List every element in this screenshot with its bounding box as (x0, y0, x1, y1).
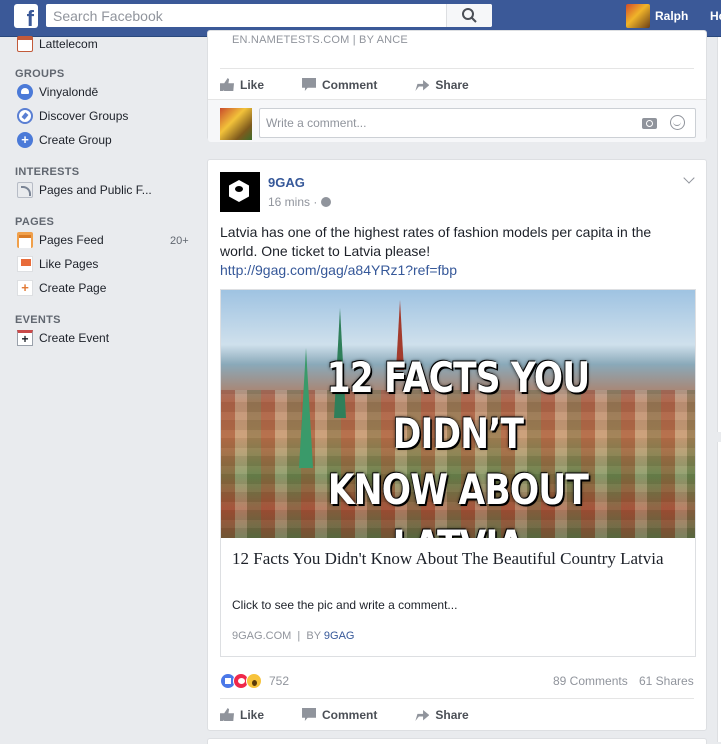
sidebar-item-discover-groups[interactable]: Discover Groups (17, 107, 128, 125)
create-page-icon: + (17, 280, 33, 296)
share-label: Share (435, 707, 469, 722)
camera-icon[interactable] (642, 118, 657, 129)
sidebar-item-label: Pages Feed (39, 233, 104, 247)
right-column-edge (714, 37, 721, 744)
image-headline-line: KNOW ABOUT LATVIA (327, 465, 589, 538)
sidebar-item-pages-feed[interactable]: Pages Feed (17, 231, 104, 249)
comment-box (259, 108, 696, 138)
preview-domain: 9GAG.COM | BY 9GAG (232, 630, 355, 642)
emoji-icon[interactable] (670, 115, 685, 130)
sidebar-item-label: Discover Groups (39, 109, 129, 123)
post-link[interactable]: http://9gag.com/gag/a84YRz1?ref=fbp (220, 262, 457, 278)
like-button[interactable]: Like (220, 78, 264, 92)
preview-description: Click to see the pic and write a comment… (232, 598, 458, 612)
comment-label: Comment (322, 707, 378, 722)
link-preview[interactable]: 12 FACTS YOU DIDN’T KNOW ABOUT LATVIA 12… (220, 289, 696, 657)
section-heading-events: EVENTS (15, 314, 61, 326)
sidebar-item-create-group[interactable]: + Create Group (17, 131, 112, 149)
search-button[interactable] (446, 4, 492, 27)
event-icon: + (17, 330, 33, 346)
facebook-logo[interactable]: f (14, 4, 38, 28)
globe-icon (321, 197, 331, 207)
search-bar (46, 4, 492, 27)
comments-count-link[interactable]: 89 Comments (553, 674, 628, 688)
pages-feed-count-badge: 20+ (170, 235, 189, 247)
comment-button[interactable]: Comment (302, 708, 377, 722)
share-label: Share (435, 77, 469, 92)
page-avatar[interactable] (220, 172, 260, 212)
link-domain: EN.NAMETESTS.COM | BY ANCE (232, 34, 408, 46)
search-input[interactable] (46, 4, 446, 27)
sidebar-item-label: Create Event (39, 331, 110, 345)
user-avatar[interactable] (626, 4, 650, 28)
sidebar-item-label: Create Group (39, 133, 112, 147)
section-heading-groups: GROUPS (15, 68, 65, 80)
sidebar-item-vinyalonde[interactable]: Vinyalondē (17, 83, 98, 101)
section-heading-pages: PAGES (15, 216, 55, 228)
sidebar-item-label: Vinyalondē (39, 85, 99, 99)
like-label: Like (240, 77, 265, 92)
thumbs-up-icon (220, 708, 234, 721)
compass-icon (17, 108, 33, 124)
home-link[interactable]: Ho (710, 9, 721, 23)
page-name-link[interactable]: 9GAG (268, 175, 305, 190)
sidebar-item-pages-and-public-figures[interactable]: Pages and Public F... (17, 181, 152, 199)
sidebar-item-create-event[interactable]: + Create Event (17, 329, 109, 347)
post-text: Latvia has one of the highest rates of f… (220, 224, 652, 259)
preview-title[interactable]: 12 Facts You Didn't Know About The Beaut… (232, 548, 687, 570)
previous-post-card: EN.NAMETESTS.COM | BY ANCE Like Comment … (207, 30, 707, 142)
avatar (220, 108, 252, 140)
feed-icon (17, 182, 33, 198)
post-timestamp[interactable]: 16 mins · (268, 195, 317, 209)
post-card: 9GAG 16 mins · Latvia has one of the hig… (207, 159, 707, 731)
preview-by-prefix: | BY (291, 630, 324, 642)
calendar-icon (17, 36, 33, 52)
share-button[interactable]: Share (415, 77, 469, 92)
share-arrow-icon (415, 79, 430, 91)
sidebar-item-label: Like Pages (39, 257, 99, 271)
sidebar-item-label: Create Page (39, 281, 107, 295)
image-headline-line: 12 FACTS YOU DIDN’T (326, 353, 591, 458)
wow-reaction-icon (246, 673, 262, 689)
next-post-card (207, 738, 707, 744)
search-icon (462, 8, 477, 23)
sidebar-item-lattelecom[interactable]: Lattelecom (17, 35, 98, 53)
comment-label: Comment (322, 77, 378, 92)
comment-composer (208, 99, 706, 142)
sidebar-item-create-page[interactable]: + Create Page (17, 279, 106, 297)
comment-input[interactable] (260, 109, 630, 137)
reaction-count: 752 (269, 674, 290, 688)
like-label: Like (240, 707, 265, 722)
group-icon (17, 84, 33, 100)
image-headline: 12 FACTS YOU DIDN’T KNOW ABOUT LATVIA (264, 350, 653, 538)
chevron-down-icon[interactable] (683, 172, 695, 184)
like-button[interactable]: Like (220, 708, 264, 722)
preview-domain-text: 9GAG.COM (232, 630, 292, 642)
speech-bubble-icon (302, 78, 317, 91)
sidebar-item-label: Pages and Public F... (39, 183, 152, 197)
speech-bubble-icon (302, 708, 317, 721)
post-actions: Like Comment Share (220, 698, 694, 730)
share-button[interactable]: Share (415, 707, 469, 722)
right-column-panel (717, 37, 721, 432)
plus-icon: + (17, 132, 33, 148)
sidebar-item-like-pages[interactable]: Like Pages (17, 255, 98, 273)
profile-link[interactable]: Ralph (655, 9, 688, 23)
pages-feed-icon (17, 232, 33, 248)
flag-icon (17, 256, 33, 272)
preview-author-link[interactable]: 9GAG (324, 630, 355, 642)
reaction-summary[interactable]: 752 (220, 672, 289, 690)
sidebar-item-label: Lattelecom (39, 37, 98, 51)
right-column-panel (717, 442, 721, 742)
section-heading-interests: INTERESTS (15, 166, 80, 178)
share-arrow-icon (415, 709, 430, 721)
post-actions: Like Comment Share (220, 68, 694, 100)
preview-image[interactable]: 12 FACTS YOU DIDN’T KNOW ABOUT LATVIA (221, 290, 695, 538)
shares-count-link[interactable]: 61 Shares (639, 674, 694, 688)
comment-button[interactable]: Comment (302, 78, 377, 92)
thumbs-up-icon (220, 78, 234, 91)
